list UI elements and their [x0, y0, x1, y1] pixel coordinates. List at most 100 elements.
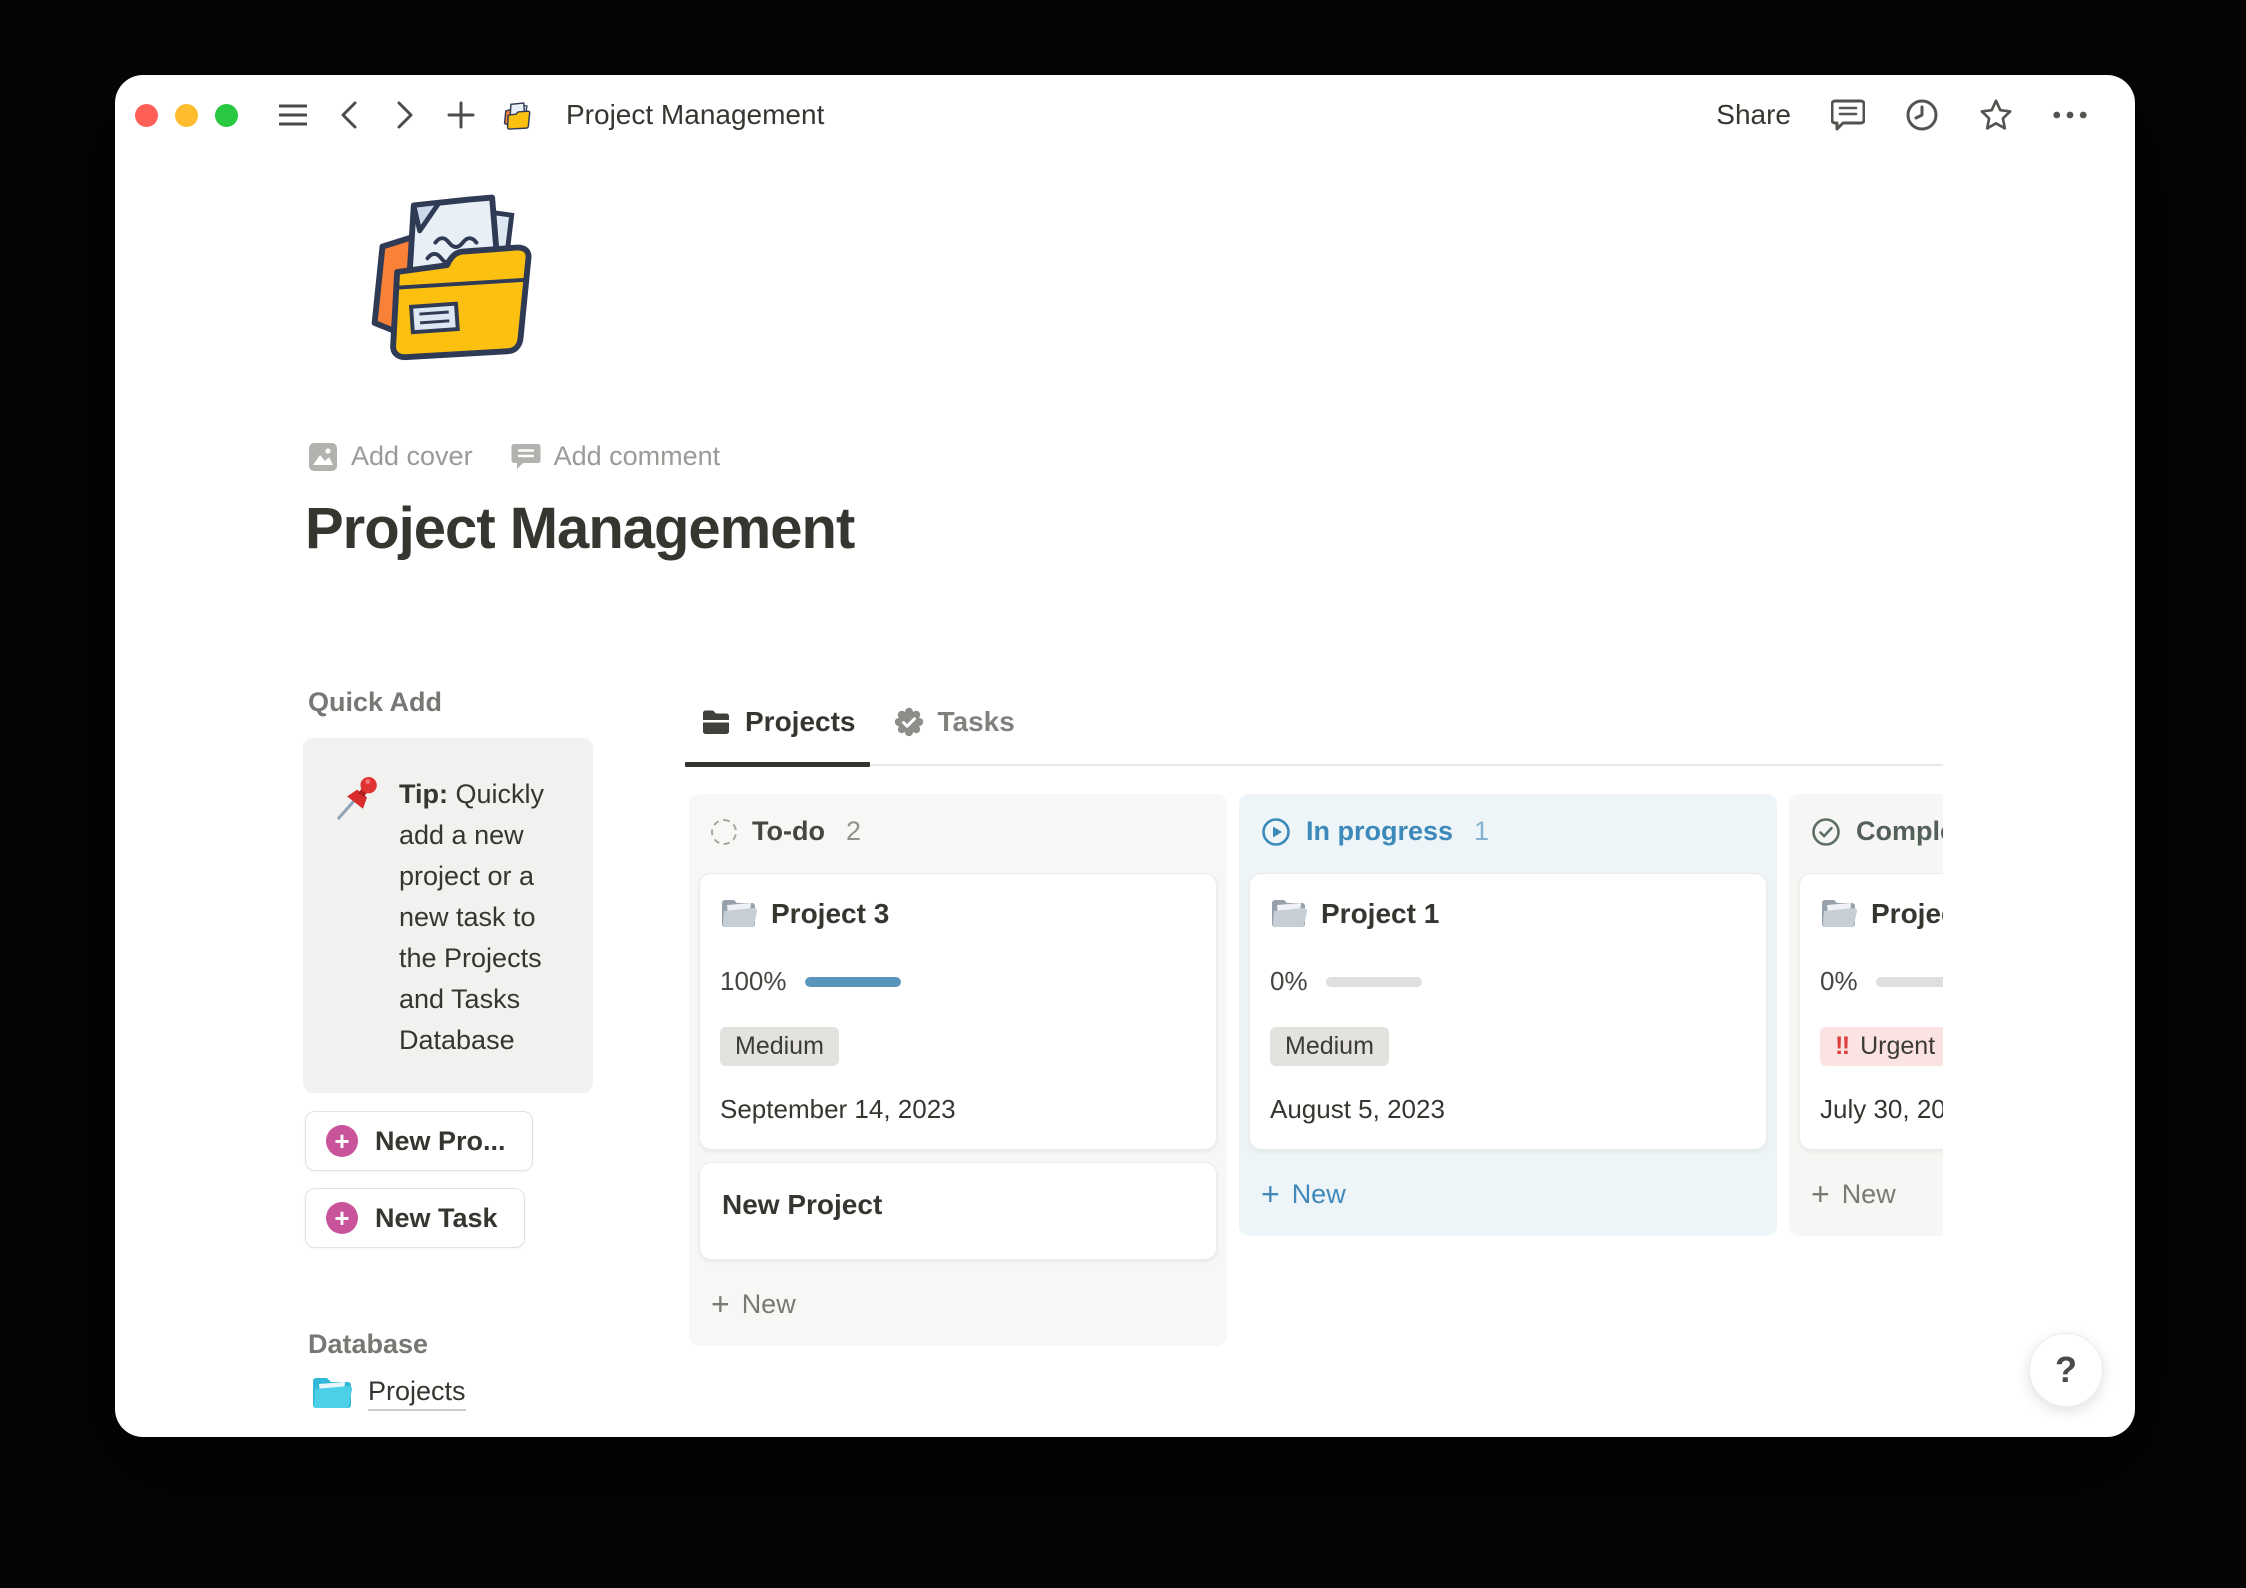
board-tabs: Projects Tasks — [701, 700, 1943, 744]
priority-tag: Medium — [1270, 1027, 1389, 1066]
new-project-button-label: New Pro... — [375, 1125, 506, 1156]
column-in-progress-count: 1 — [1474, 816, 1490, 846]
menu-icon[interactable] — [276, 98, 310, 132]
column-complete: Complete Project 2 — [1789, 794, 1943, 1236]
add-comment-label: Add comment — [553, 441, 721, 471]
progress-bar — [804, 976, 901, 987]
tip-callout: Tip: Quickly add a new project or a new … — [303, 738, 593, 1093]
close-window-button[interactable] — [135, 103, 158, 127]
column-complete-label: Complete — [1856, 816, 1943, 846]
progress-bar — [1325, 976, 1422, 987]
column-complete-new-button[interactable]: + New — [1789, 1178, 1943, 1210]
new-project-draft-card[interactable]: New Project — [699, 1162, 1217, 1260]
titlebar: Project Management Share — [115, 75, 2135, 155]
plus-icon: + — [1811, 1176, 1830, 1212]
tip-text: Tip: Quickly add a new project or a new … — [399, 779, 545, 1055]
card-title: Project 3 — [771, 898, 890, 929]
column-todo-count: 2 — [845, 816, 861, 846]
progress-percent: 0% — [1820, 966, 1858, 996]
tab-divider — [685, 762, 1943, 768]
page-actions-row: Add cover Add comment — [308, 441, 720, 472]
column-in-progress: In progress 1 Project 1 0% Medium August… — [1239, 794, 1777, 1236]
pushpin-icon — [337, 777, 377, 820]
quick-add-heading: Quick Add — [308, 687, 443, 717]
minimize-window-button[interactable] — [175, 103, 198, 127]
database-heading: Database — [308, 1329, 429, 1359]
gray-folder-icon — [1272, 900, 1308, 928]
new-task-button[interactable]: + New Task — [305, 1188, 525, 1248]
plus-circle-icon: + — [326, 1125, 358, 1157]
progress-row: 0% — [1820, 966, 1943, 997]
titlebar-title: Project Management — [566, 99, 825, 130]
plus-icon: + — [711, 1286, 730, 1322]
comment-icon — [511, 443, 541, 469]
card-date: September 14, 2023 — [720, 1094, 956, 1124]
tip-label: Tip: — [399, 779, 448, 809]
card-date: August 5, 2023 — [1270, 1094, 1445, 1124]
app-window: Project Management Share Add cover Add c… — [115, 75, 2135, 1437]
priority-tag-urgent: ‼ Urgent — [1820, 1027, 1943, 1066]
comments-icon[interactable] — [1831, 98, 1865, 132]
progress-bar — [1875, 976, 1943, 987]
new-tab-icon[interactable] — [444, 98, 478, 132]
card-date: July 30, 2023 — [1820, 1094, 1943, 1124]
tab-tasks[interactable]: Tasks — [894, 706, 1015, 738]
add-comment-button[interactable]: Add comment — [511, 441, 721, 472]
complete-status-icon — [1812, 817, 1840, 846]
column-todo-label: To-do — [752, 816, 825, 846]
in-progress-status-icon — [1262, 817, 1290, 846]
add-cover-button[interactable]: Add cover — [308, 441, 473, 472]
traffic-lights — [135, 103, 238, 127]
new-project-button[interactable]: + New Pro... — [305, 1111, 533, 1171]
page-title: Project Management — [305, 496, 855, 561]
folder-icon — [703, 710, 729, 734]
column-todo-new-button[interactable]: + New — [689, 1288, 1227, 1320]
gray-folder-icon — [722, 900, 758, 928]
badge-check-icon — [894, 707, 923, 737]
column-todo-header[interactable]: To-do 2 — [689, 794, 1227, 847]
add-cover-label: Add cover — [351, 441, 473, 471]
plus-circle-icon: + — [326, 1202, 358, 1234]
active-tab-indicator — [685, 762, 870, 767]
share-button[interactable]: Share — [1716, 99, 1791, 131]
tab-projects-label: Projects — [745, 706, 856, 737]
plus-icon: + — [1261, 1176, 1280, 1212]
tab-tasks-label: Tasks — [937, 706, 1015, 737]
cyan-folder-icon — [313, 1378, 353, 1409]
card-project-2[interactable]: Project 2 0% ‼ Urgent — [1799, 873, 1943, 1150]
progress-percent: 0% — [1270, 966, 1308, 996]
more-options-icon[interactable] — [2053, 98, 2087, 132]
column-complete-header[interactable]: Complete — [1789, 794, 1943, 847]
double-exclamation-icon: ‼ — [1835, 1032, 1851, 1060]
column-in-progress-new-button[interactable]: + New — [1239, 1178, 1777, 1210]
history-clock-icon[interactable] — [1905, 98, 1939, 132]
column-in-progress-label: In progress — [1306, 816, 1454, 846]
back-icon[interactable] — [332, 98, 366, 132]
draft-card-title: New Project — [722, 1189, 883, 1220]
todo-status-icon — [711, 818, 737, 845]
page-icon-folder[interactable] — [353, 178, 549, 364]
card-title: Project 2 — [1871, 898, 1943, 929]
help-button[interactable]: ? — [2029, 1333, 2103, 1407]
card-project-1[interactable]: Project 1 0% Medium August 5, 2023 — [1249, 873, 1767, 1150]
card-project-3[interactable]: Project 3 100% Medium September 14, 2023 — [699, 873, 1217, 1150]
gray-folder-icon — [1822, 900, 1858, 928]
column-in-progress-header[interactable]: In progress 1 — [1239, 794, 1777, 847]
image-icon — [309, 442, 337, 471]
page-folder-mini-icon — [500, 98, 534, 132]
projects-database-link[interactable]: Projects — [368, 1376, 466, 1411]
card-title: Project 1 — [1321, 898, 1440, 929]
database-projects-row: Projects — [311, 1375, 466, 1411]
column-todo: To-do 2 Project 3 100% Medium September … — [689, 794, 1227, 1346]
priority-tag: Medium — [720, 1027, 839, 1066]
zoom-window-button[interactable] — [215, 103, 238, 127]
new-task-button-label: New Task — [375, 1202, 498, 1233]
forward-icon[interactable] — [388, 98, 422, 132]
progress-row: 0% — [1270, 966, 1746, 997]
favorite-star-icon[interactable] — [1979, 98, 2013, 132]
tab-projects[interactable]: Projects — [701, 706, 856, 738]
progress-row: 100% — [720, 966, 1196, 997]
kanban-board: Projects Tasks To-do 2 Project 3 100% Me… — [685, 700, 1943, 1420]
board-columns: To-do 2 Project 3 100% Medium September … — [685, 794, 1943, 1346]
progress-percent: 100% — [720, 966, 787, 996]
